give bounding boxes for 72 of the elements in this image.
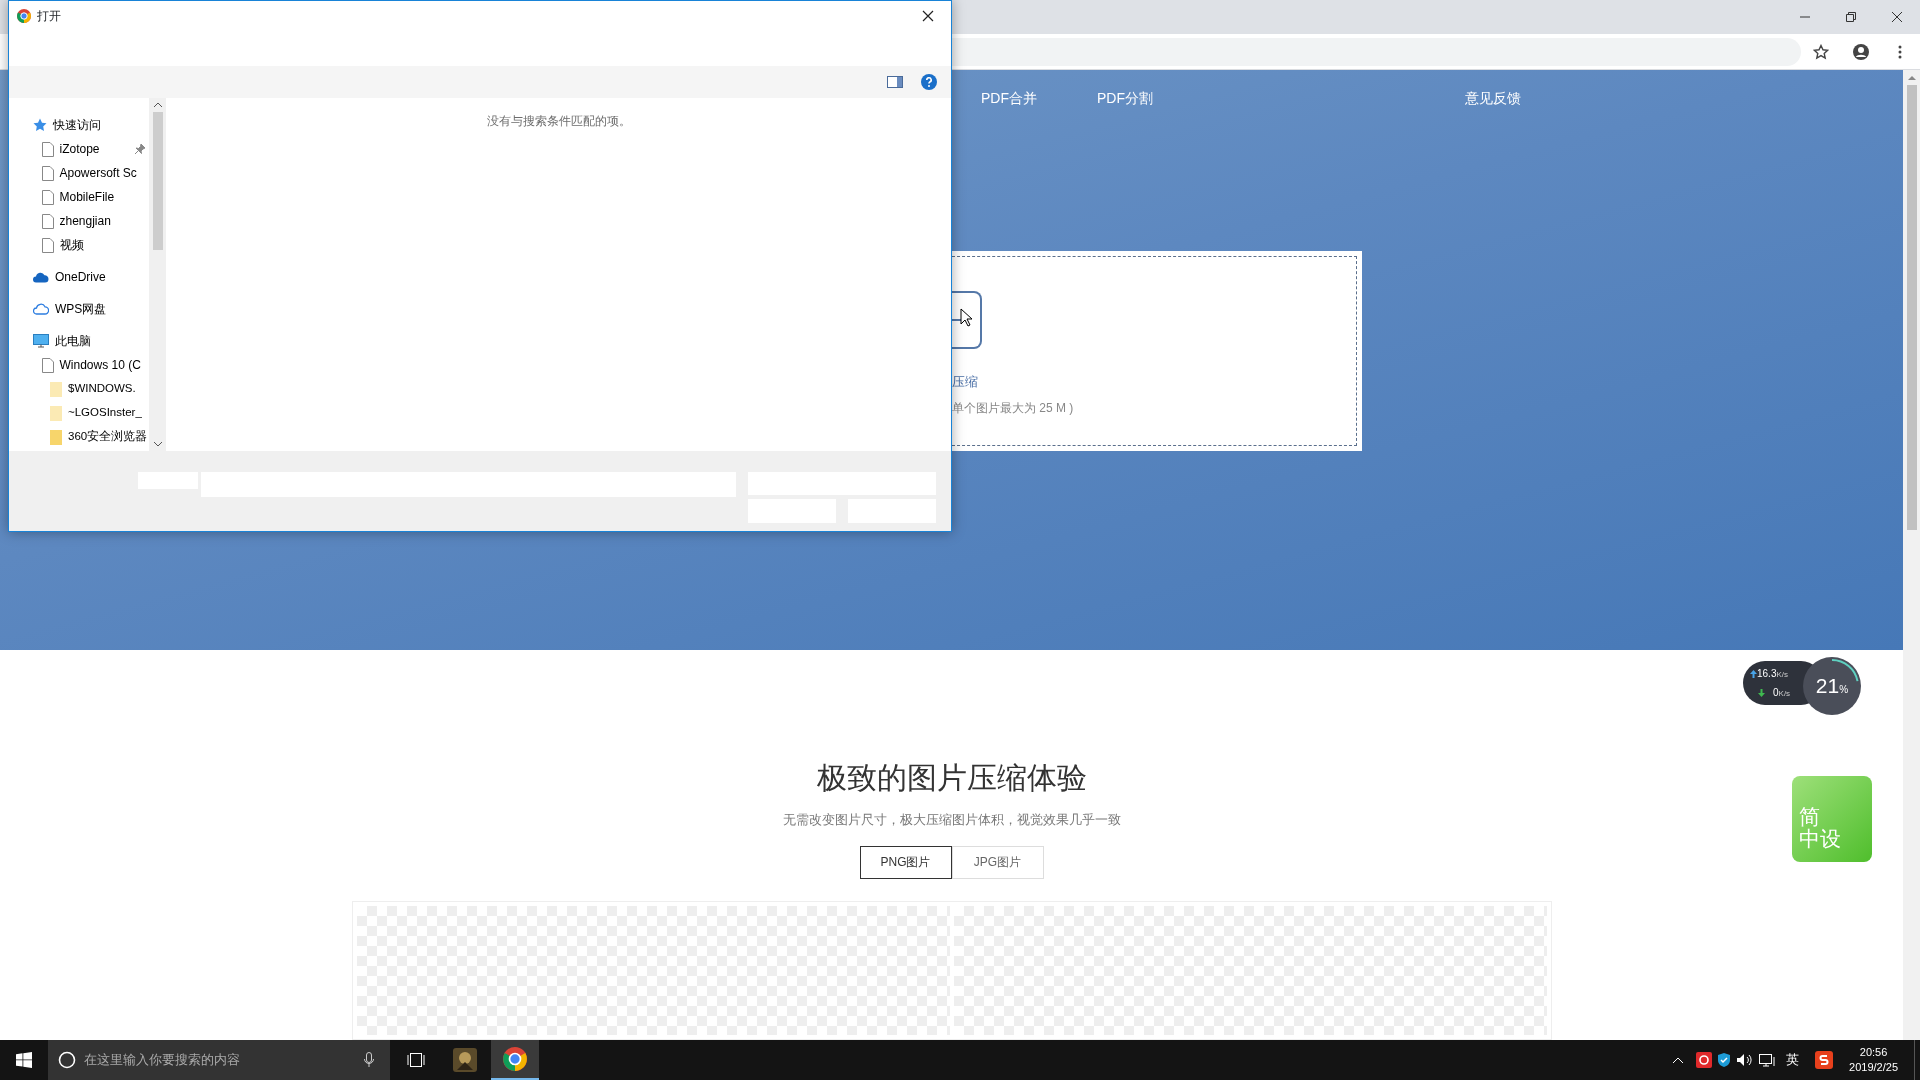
nav-item[interactable]: $WINDOWS. xyxy=(68,380,136,398)
section-subtitle: 无需改变图片尺寸，极大压缩图片体积，视觉效果几乎一致 xyxy=(782,811,1121,829)
scroll-up-icon[interactable] xyxy=(153,102,162,108)
character-icon xyxy=(453,1048,477,1072)
scroll-thumb[interactable] xyxy=(1906,85,1917,530)
document-icon xyxy=(41,165,54,181)
preview-pane-icon[interactable] xyxy=(887,76,903,88)
document-icon xyxy=(41,357,54,373)
taskbar-app[interactable] xyxy=(491,1040,539,1080)
document-icon xyxy=(41,213,54,229)
input-tool-icon[interactable] xyxy=(1815,1051,1834,1069)
cursor-icon xyxy=(960,308,973,327)
nav-item[interactable]: zhengjian xyxy=(59,212,111,230)
search-field[interactable]: 在这里输入你要搜索的内容 xyxy=(48,1040,390,1080)
nav-item[interactable]: iZotope xyxy=(59,140,100,158)
folder-icon xyxy=(50,381,62,397)
upload-speed: 16.3K/s xyxy=(1757,668,1789,679)
nav-item[interactable]: WPS网盘 xyxy=(55,300,107,318)
scroll-down-icon[interactable] xyxy=(153,441,162,447)
chevron-up-icon[interactable] xyxy=(1672,1056,1685,1064)
nav-link[interactable]: 意见反馈 xyxy=(1465,88,1521,134)
upload-label: 压缩 xyxy=(952,373,978,391)
network-icon[interactable] xyxy=(1758,1052,1777,1068)
cloud-icon xyxy=(33,303,49,315)
nav-item[interactable]: ~LGOSInster_ xyxy=(68,404,142,422)
pin-icon[interactable] xyxy=(135,144,145,154)
scroll-thumb[interactable] xyxy=(152,112,163,250)
search-placeholder: 在这里输入你要搜索的内容 xyxy=(84,1051,241,1070)
nav-item[interactable]: Apowersoft Sc xyxy=(59,164,137,182)
input-method-indicator[interactable]: 英 xyxy=(1780,1050,1806,1070)
scroll-up-icon[interactable] xyxy=(1907,75,1916,81)
help-icon[interactable] xyxy=(921,74,937,90)
clock[interactable]: 20:56 2019/2/25 xyxy=(1837,1045,1910,1075)
tile-text: 中设 xyxy=(1799,828,1842,850)
shield-icon[interactable] xyxy=(1716,1052,1733,1068)
nav-item[interactable]: OneDrive xyxy=(55,268,106,286)
upload-arrow-icon xyxy=(1750,668,1757,679)
download-speed: 0K/s xyxy=(1773,687,1791,698)
monitor-icon xyxy=(33,334,49,348)
nav-item[interactable]: MobileFile xyxy=(59,188,115,206)
restore-icon[interactable] xyxy=(1845,11,1857,23)
dialog-title: 打开 xyxy=(37,8,61,25)
browser-logo-icon xyxy=(503,1047,527,1071)
scrollbar[interactable] xyxy=(1903,70,1920,1040)
close-icon[interactable] xyxy=(1891,11,1903,23)
download-arrow-icon xyxy=(1758,687,1765,698)
nav-item[interactable]: 此电脑 xyxy=(55,332,91,350)
cloud-icon xyxy=(33,271,49,283)
app-tray-icon[interactable] xyxy=(1696,1052,1713,1068)
search-icon xyxy=(58,1051,76,1069)
size-note: 单个图片最大为 25 M ) xyxy=(952,400,1074,417)
document-icon xyxy=(41,141,54,157)
nav-item[interactable]: 视频 xyxy=(59,236,84,254)
usage-percent: 21% xyxy=(1815,673,1849,700)
star-icon xyxy=(33,118,47,132)
document-icon xyxy=(41,189,54,205)
section-heading: 极致的图片压缩体验 xyxy=(816,760,1087,796)
browser-logo-icon xyxy=(17,9,31,23)
scrollbar[interactable] xyxy=(149,98,166,451)
document-icon xyxy=(41,237,54,253)
folder-icon xyxy=(50,429,62,445)
plus-icon xyxy=(952,318,962,322)
nav-item[interactable]: 快速访问 xyxy=(53,116,101,134)
microphone-icon[interactable] xyxy=(364,1052,374,1068)
folder-icon xyxy=(50,405,62,421)
empty-message: 没有与搜索条件匹配的项。 xyxy=(486,113,631,130)
nav-item[interactable]: Windows 10 (C xyxy=(59,356,141,374)
tab[interactable]: JPG图片 xyxy=(951,845,1044,879)
tab[interactable]: PNG图片 xyxy=(859,845,952,879)
tile-text: 简 xyxy=(1799,806,1821,828)
volume-icon[interactable] xyxy=(1736,1052,1755,1068)
nav-item[interactable]: 360安全浏览器 xyxy=(68,428,148,446)
